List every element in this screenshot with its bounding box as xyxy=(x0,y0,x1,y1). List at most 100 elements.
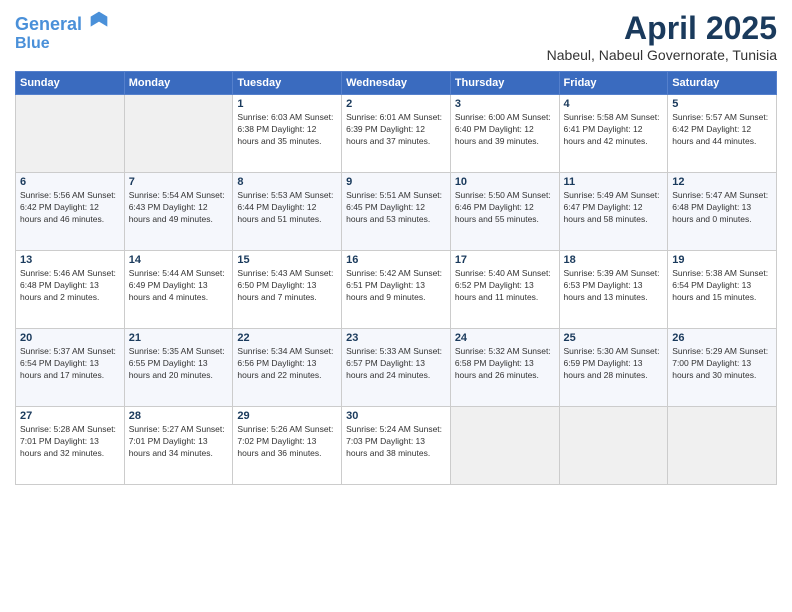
day-info: Sunrise: 5:24 AM Sunset: 7:03 PM Dayligh… xyxy=(346,424,446,460)
day-cell: 20 Sunrise: 5:37 AM Sunset: 6:54 PM Dayli… xyxy=(16,329,125,407)
day-cell: 13Sunrise: 5:46 AM Sunset: 6:48 PM Dayli… xyxy=(16,251,125,329)
day-cell xyxy=(559,407,668,485)
day-number: 24 xyxy=(455,332,555,344)
day-cell: 4Sunrise: 5:58 AM Sunset: 6:41 PM Daylig… xyxy=(559,95,668,173)
day-number: 15 xyxy=(237,254,337,266)
logo-icon xyxy=(89,10,109,30)
day-info: Sunrise: 5:44 AM Sunset: 6:49 PM Dayligh… xyxy=(129,268,229,304)
day-number: 21 xyxy=(129,332,229,344)
day-cell: 9 Sunrise: 5:51 AM Sunset: 6:45 PM Daylig… xyxy=(342,173,451,251)
day-info: Sunrise: 5:51 AM Sunset: 6:45 PM Dayligh… xyxy=(346,190,446,226)
day-cell: 26 Sunrise: 5:29 AM Sunset: 7:00 PM Dayli… xyxy=(668,329,777,407)
day-cell: 23 Sunrise: 5:33 AM Sunset: 6:57 PM Dayli… xyxy=(342,329,451,407)
col-thursday: Thursday xyxy=(450,72,559,95)
day-cell: 15 Sunrise: 5:43 AM Sunset: 6:50 PM Dayli… xyxy=(233,251,342,329)
day-info: Sunrise: 6:01 AM Sunset: 6:39 PM Dayligh… xyxy=(346,112,446,148)
day-cell: 8Sunrise: 5:53 AM Sunset: 6:44 PM Daylig… xyxy=(233,173,342,251)
logo: General Blue xyxy=(15,10,109,52)
week-row-0: 1 Sunrise: 6:03 AM Sunset: 6:38 PM Daylig… xyxy=(16,95,777,173)
week-row-1: 6 Sunrise: 5:56 AM Sunset: 6:42 PM Daylig… xyxy=(16,173,777,251)
day-number: 9 xyxy=(346,176,446,188)
day-info: Sunrise: 5:54 AM Sunset: 6:43 PM Dayligh… xyxy=(129,190,229,226)
day-cell: 10 Sunrise: 5:50 AM Sunset: 6:46 PM Dayli… xyxy=(450,173,559,251)
col-monday: Monday xyxy=(124,72,233,95)
day-number: 29 xyxy=(237,410,337,422)
day-cell: 5Sunrise: 5:57 AM Sunset: 6:42 PM Daylig… xyxy=(668,95,777,173)
col-tuesday: Tuesday xyxy=(233,72,342,95)
day-number: 20 xyxy=(20,332,120,344)
calendar-title: April 2025 xyxy=(547,10,777,47)
day-number: 8 xyxy=(237,176,337,188)
day-info: Sunrise: 5:43 AM Sunset: 6:50 PM Dayligh… xyxy=(237,268,337,304)
day-cell: 24Sunrise: 5:32 AM Sunset: 6:58 PM Dayli… xyxy=(450,329,559,407)
day-number: 11 xyxy=(564,176,664,188)
header-row: Sunday Monday Tuesday Wednesday Thursday… xyxy=(16,72,777,95)
day-cell: 12Sunrise: 5:47 AM Sunset: 6:48 PM Dayli… xyxy=(668,173,777,251)
day-number: 23 xyxy=(346,332,446,344)
day-info: Sunrise: 5:33 AM Sunset: 6:57 PM Dayligh… xyxy=(346,346,446,382)
day-cell xyxy=(124,95,233,173)
day-info: Sunrise: 5:30 AM Sunset: 6:59 PM Dayligh… xyxy=(564,346,664,382)
day-cell: 19Sunrise: 5:38 AM Sunset: 6:54 PM Dayli… xyxy=(668,251,777,329)
day-number: 26 xyxy=(672,332,772,344)
week-row-3: 20 Sunrise: 5:37 AM Sunset: 6:54 PM Dayli… xyxy=(16,329,777,407)
day-cell: 7 Sunrise: 5:54 AM Sunset: 6:43 PM Daylig… xyxy=(124,173,233,251)
day-cell: 21 Sunrise: 5:35 AM Sunset: 6:55 PM Dayli… xyxy=(124,329,233,407)
day-cell: 28Sunrise: 5:27 AM Sunset: 7:01 PM Dayli… xyxy=(124,407,233,485)
logo-text: General xyxy=(15,10,109,35)
title-block: April 2025 Nabeul, Nabeul Governorate, T… xyxy=(547,10,777,63)
day-cell: 11 Sunrise: 5:49 AM Sunset: 6:47 PM Dayli… xyxy=(559,173,668,251)
day-number: 25 xyxy=(564,332,664,344)
day-info: Sunrise: 5:58 AM Sunset: 6:41 PM Dayligh… xyxy=(564,112,664,148)
week-row-2: 13Sunrise: 5:46 AM Sunset: 6:48 PM Dayli… xyxy=(16,251,777,329)
day-info: Sunrise: 6:00 AM Sunset: 6:40 PM Dayligh… xyxy=(455,112,555,148)
day-cell: 22 Sunrise: 5:34 AM Sunset: 6:56 PM Dayli… xyxy=(233,329,342,407)
day-info: Sunrise: 5:28 AM Sunset: 7:01 PM Dayligh… xyxy=(20,424,120,460)
col-friday: Friday xyxy=(559,72,668,95)
day-cell: 2 Sunrise: 6:01 AM Sunset: 6:39 PM Daylig… xyxy=(342,95,451,173)
day-info: Sunrise: 5:47 AM Sunset: 6:48 PM Dayligh… xyxy=(672,190,772,226)
day-number: 14 xyxy=(129,254,229,266)
day-info: Sunrise: 5:29 AM Sunset: 7:00 PM Dayligh… xyxy=(672,346,772,382)
day-number: 1 xyxy=(237,98,337,110)
col-saturday: Saturday xyxy=(668,72,777,95)
day-cell: 3Sunrise: 6:00 AM Sunset: 6:40 PM Daylig… xyxy=(450,95,559,173)
day-number: 22 xyxy=(237,332,337,344)
day-cell: 6 Sunrise: 5:56 AM Sunset: 6:42 PM Daylig… xyxy=(16,173,125,251)
day-cell: 17Sunrise: 5:40 AM Sunset: 6:52 PM Dayli… xyxy=(450,251,559,329)
day-number: 16 xyxy=(346,254,446,266)
day-info: Sunrise: 5:27 AM Sunset: 7:01 PM Dayligh… xyxy=(129,424,229,460)
day-cell: 25 Sunrise: 5:30 AM Sunset: 6:59 PM Dayli… xyxy=(559,329,668,407)
header: General Blue April 2025 Nabeul, Nabeul G… xyxy=(15,10,777,63)
day-info: Sunrise: 5:50 AM Sunset: 6:46 PM Dayligh… xyxy=(455,190,555,226)
calendar-table: Sunday Monday Tuesday Wednesday Thursday… xyxy=(15,71,777,485)
day-number: 19 xyxy=(672,254,772,266)
day-number: 2 xyxy=(346,98,446,110)
day-cell: 16 Sunrise: 5:42 AM Sunset: 6:51 PM Dayli… xyxy=(342,251,451,329)
calendar-subtitle: Nabeul, Nabeul Governorate, Tunisia xyxy=(547,47,777,63)
day-number: 5 xyxy=(672,98,772,110)
day-info: Sunrise: 5:35 AM Sunset: 6:55 PM Dayligh… xyxy=(129,346,229,382)
day-info: Sunrise: 5:26 AM Sunset: 7:02 PM Dayligh… xyxy=(237,424,337,460)
day-cell xyxy=(16,95,125,173)
day-cell: 29 Sunrise: 5:26 AM Sunset: 7:02 PM Dayli… xyxy=(233,407,342,485)
day-info: Sunrise: 6:03 AM Sunset: 6:38 PM Dayligh… xyxy=(237,112,337,148)
day-cell: 30Sunrise: 5:24 AM Sunset: 7:03 PM Dayli… xyxy=(342,407,451,485)
week-row-4: 27Sunrise: 5:28 AM Sunset: 7:01 PM Dayli… xyxy=(16,407,777,485)
day-info: Sunrise: 5:42 AM Sunset: 6:51 PM Dayligh… xyxy=(346,268,446,304)
day-cell: 18Sunrise: 5:39 AM Sunset: 6:53 PM Dayli… xyxy=(559,251,668,329)
day-cell xyxy=(668,407,777,485)
day-number: 7 xyxy=(129,176,229,188)
day-number: 6 xyxy=(20,176,120,188)
day-info: Sunrise: 5:40 AM Sunset: 6:52 PM Dayligh… xyxy=(455,268,555,304)
day-cell: 14 Sunrise: 5:44 AM Sunset: 6:49 PM Dayli… xyxy=(124,251,233,329)
day-info: Sunrise: 5:56 AM Sunset: 6:42 PM Dayligh… xyxy=(20,190,120,226)
day-number: 10 xyxy=(455,176,555,188)
day-cell: 27Sunrise: 5:28 AM Sunset: 7:01 PM Dayli… xyxy=(16,407,125,485)
day-info: Sunrise: 5:49 AM Sunset: 6:47 PM Dayligh… xyxy=(564,190,664,226)
logo-blue-text: Blue xyxy=(15,35,109,53)
page: General Blue April 2025 Nabeul, Nabeul G… xyxy=(0,0,792,612)
day-cell xyxy=(450,407,559,485)
day-info: Sunrise: 5:34 AM Sunset: 6:56 PM Dayligh… xyxy=(237,346,337,382)
day-info: Sunrise: 5:37 AM Sunset: 6:54 PM Dayligh… xyxy=(20,346,120,382)
